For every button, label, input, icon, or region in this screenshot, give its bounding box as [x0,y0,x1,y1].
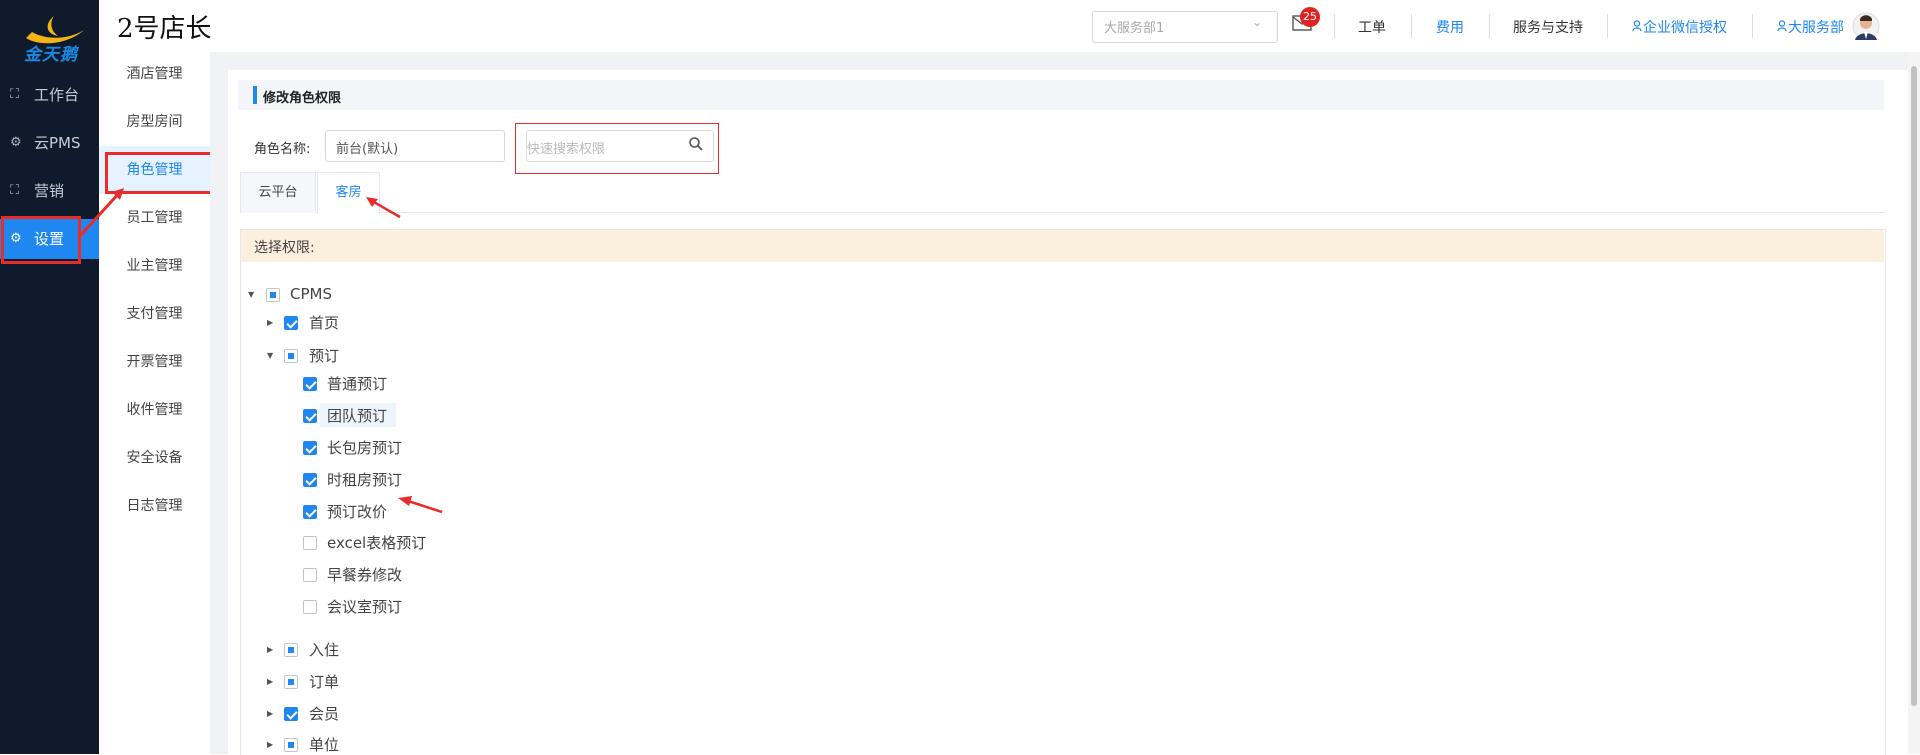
role-name-value: 前台(默认) [336,142,399,157]
checkbox-booking[interactable] [284,349,298,363]
header-divider [1607,14,1608,38]
tree-node-booking-price-change: 预订改价 [327,503,388,521]
caret-right-icon[interactable]: ▶ [267,709,275,718]
submenu-item-invoice[interactable]: 开票管理 [99,338,210,386]
tree-node-breakfast-coupon: 早餐券修改 [327,566,403,584]
fee-link[interactable]: 费用 [1436,17,1464,37]
checkbox-long-stay-booking[interactable] [303,441,317,455]
submenu-item-payment[interactable]: 支付管理 [99,290,210,338]
submenu-item-owner[interactable]: 业主管理 [99,242,210,290]
caret-right-icon[interactable]: ▶ [267,677,275,686]
user-icon [1632,20,1642,32]
caret-down-icon[interactable]: ▼ [267,351,275,360]
checkbox-excel-booking[interactable] [303,536,317,550]
annotation-box-settings [1,216,81,264]
tree-node-long-stay-booking: 长包房预订 [327,439,403,457]
work-order-link[interactable]: 工单 [1358,17,1386,37]
store-select-value: 大服务部1 [1104,21,1165,36]
tree-node-cpms: CPMS [290,285,332,303]
nav-item-label: 工作台 [34,86,80,104]
dashboard-icon: ⛶ [10,183,20,198]
permission-header-label: 选择权限: [254,240,315,256]
checkbox-group-booking[interactable] [303,409,317,423]
submenu-item-security[interactable]: 安全设备 [99,434,210,482]
tree-node-members: 会员 [309,705,340,723]
tab-cloud-platform[interactable]: 云平台 [240,172,316,213]
submenu-item-log[interactable]: 日志管理 [99,482,210,530]
checkbox-normal-booking[interactable] [303,377,317,391]
caret-right-icon[interactable]: ▶ [267,740,275,749]
nav-item-label: 营销 [34,182,65,200]
checkbox-hourly-booking[interactable] [303,473,317,487]
header-divider [1411,14,1412,38]
tree-node-normal-booking: 普通预订 [327,375,388,393]
section-accent-bar [253,86,257,104]
service-support-link[interactable]: 服务与支持 [1513,17,1583,37]
tree-node-orders: 订单 [309,673,340,691]
tree-node-meeting-room-booking: 会议室预订 [327,598,403,616]
checkbox-orders[interactable] [284,675,298,689]
settings-gear-icon: ⚙ [10,135,22,150]
tree-node-home: 首页 [309,314,340,332]
role-name-label: 角色名称: [254,142,311,157]
avatar[interactable] [1852,12,1880,42]
tree-node-hourly-booking: 时租房预订 [327,471,403,489]
nav-item-workbench[interactable]: ⛶ 工作台 [0,75,99,115]
checkbox-home[interactable] [284,316,298,330]
tab-divider [240,212,1886,213]
checkbox-members[interactable] [284,707,298,721]
scrollbar-thumb[interactable] [1911,66,1917,706]
page-title: 2号店长 [117,14,212,44]
mail-badge: 25 [1300,7,1320,27]
user-icon [1777,20,1787,32]
user-menu-link[interactable]: 大服务部 [1788,17,1844,37]
checkbox-breakfast-coupon[interactable] [303,568,317,582]
header-divider [1334,14,1335,38]
submenu-item-room-type[interactable]: 房型房间 [99,98,210,146]
wechat-auth-link[interactable]: 企业微信授权 [1643,17,1727,37]
section-title: 修改角色权限 [263,91,342,106]
tree-node-checkin: 入住 [309,641,340,659]
nav-item-label: 云PMS [34,134,81,152]
annotation-arrow [366,197,401,219]
header-divider [1752,14,1753,38]
caret-right-icon[interactable]: ▶ [267,318,275,327]
submenu-item-receive[interactable]: 收件管理 [99,386,210,434]
section-header [238,80,1884,110]
checkbox-cpms[interactable] [266,288,280,302]
annotation-arrow [398,496,443,514]
annotation-box-search [515,123,719,174]
checkbox-units[interactable] [284,738,298,752]
submenu-item-hotel[interactable]: 酒店管理 [99,50,210,98]
tree-node-units: 单位 [309,736,340,754]
header-divider [1489,14,1490,38]
checkbox-meeting-room-booking[interactable] [303,600,317,614]
tree-node-booking: 预订 [309,347,340,365]
caret-right-icon[interactable]: ▶ [267,645,275,654]
tree-node-group-booking: 团队预订 [327,407,388,425]
logo-text: 金天鹅 [24,45,78,65]
checkbox-booking-price-change[interactable] [303,505,317,519]
nav-item-cloud-pms[interactable]: ⚙ 云PMS [0,123,99,163]
caret-down-icon[interactable]: ▼ [248,290,256,299]
permission-header [241,230,1884,262]
dashboard-icon: ⛶ [10,87,20,102]
annotation-arrow [78,188,124,238]
checkbox-checkin[interactable] [284,643,298,657]
chevron-down-icon: ⌄ [1252,15,1263,29]
tree-node-excel-booking: excel表格预订 [327,534,427,552]
permission-box [240,229,1886,755]
